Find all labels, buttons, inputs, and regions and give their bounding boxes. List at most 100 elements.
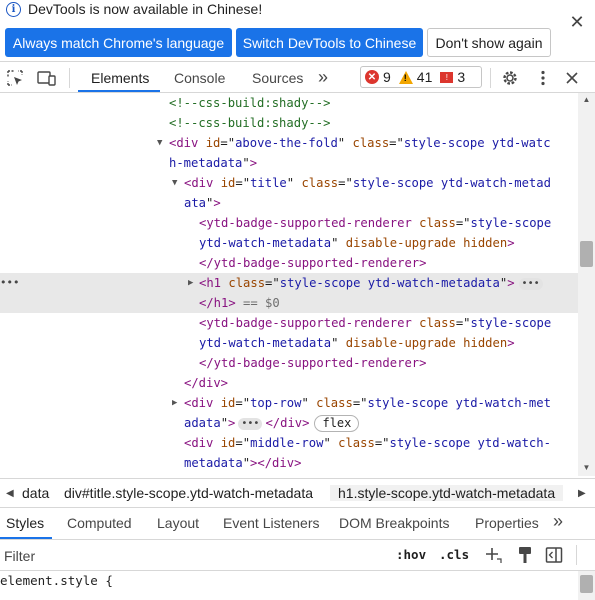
scrollbar-thumb[interactable] [580, 241, 593, 267]
dom-node-row[interactable]: </ytd-badge-supported-renderer> [0, 353, 578, 373]
markup-token: class [301, 176, 339, 190]
tab-event-listeners[interactable]: Event Listeners [223, 515, 320, 531]
tab-dom-breakpoints[interactable]: DOM Breakpoints [339, 515, 449, 531]
dom-node-row[interactable]: h-metadata"> [0, 153, 578, 173]
more-tabs-icon[interactable]: » [318, 62, 328, 93]
kebab-menu-icon[interactable] [533, 68, 553, 88]
markup-token: class [419, 216, 456, 230]
infobar-message: DevTools is now available in Chinese! [28, 1, 263, 17]
dom-node-markup: </ytd-badge-supported-renderer> [199, 353, 426, 373]
dom-node-row[interactable]: ytd-watch-metadata" disable-upgrade hidd… [0, 233, 578, 253]
new-style-rule-icon[interactable] [483, 545, 503, 565]
markup-token: title [250, 176, 287, 190]
breadcrumb-item-3[interactable]: h1.style-scope.ytd-watch-metadata [330, 485, 564, 501]
tab-properties[interactable]: Properties [475, 515, 539, 531]
markup-token: =" [265, 276, 280, 290]
toolbar-divider [69, 68, 70, 88]
markup-token: class [228, 276, 266, 290]
scroll-down-icon[interactable]: ▼ [581, 463, 592, 474]
dom-node-row[interactable]: ytd-watch-metadata" disable-upgrade hidd… [0, 333, 578, 353]
markup-token: > [213, 196, 221, 210]
dom-node-row[interactable]: </div> [0, 373, 578, 393]
dom-node-row[interactable]: <!--css-build:shady--> [0, 113, 578, 133]
inspect-element-icon[interactable] [5, 68, 25, 88]
flex-badge[interactable]: flex [314, 415, 360, 432]
switch-to-chinese-button[interactable]: Switch DevTools to Chinese [236, 28, 423, 57]
dom-node-row[interactable]: adata"> ••• </div> flex [0, 413, 578, 433]
dom-node-markup: h-metadata"> [169, 153, 257, 173]
markup-token: =" [374, 436, 390, 450]
warning-icon [398, 70, 413, 84]
markup-token: <div [184, 176, 221, 190]
expand-triangle-icon[interactable]: ▶ [172, 393, 177, 413]
dom-node-markup: <div id="middle-row" class="style-scope … [184, 433, 551, 453]
markup-token: ></div> [250, 456, 302, 470]
dom-node-row[interactable]: ▼ <div id="above-the-fold" class="style-s… [0, 133, 578, 153]
close-devtools-icon[interactable] [562, 68, 582, 88]
dom-node-row[interactable]: ▶ <div id="top-row" class="style-scope yt… [0, 393, 578, 413]
markup-token: adata [184, 416, 221, 430]
tab-computed[interactable]: Computed [67, 515, 132, 531]
issue-counters[interactable]: ✕ 9 41 ! 3 [360, 66, 482, 88]
tab-elements-underline [78, 90, 160, 92]
cls-toggle[interactable]: .cls [439, 547, 469, 562]
dom-node-row[interactable]: metadata"></div> [0, 453, 578, 473]
markup-token: middle-row [250, 436, 324, 450]
dom-node-row-selected[interactable]: ••• ▶ <h1 class="style-scope ytd-watch-met… [0, 273, 578, 293]
dom-tree[interactable]: <!--css-build:shady--> <!--css-build:shad… [0, 93, 578, 476]
markup-token: " [331, 236, 346, 250]
dom-node-row[interactable]: <ytd-badge-supported-renderer class="sty… [0, 213, 578, 233]
always-match-language-button[interactable]: Always match Chrome's language [5, 28, 232, 57]
collapse-triangle-icon[interactable]: ▼ [157, 133, 162, 153]
tab-console[interactable]: Console [174, 62, 225, 93]
markup-token: </h1> [199, 296, 236, 310]
more-sidebar-tabs-icon[interactable]: » [553, 511, 563, 532]
markup-token: ytd-watch-metadata [199, 236, 332, 250]
markup-token: " [301, 396, 317, 410]
expand-triangle-icon[interactable]: ▶ [188, 273, 193, 293]
dom-scrollbar[interactable]: ▲ ▼ [578, 93, 595, 476]
paint-brush-icon[interactable] [515, 545, 535, 565]
styles-scrollbar-thumb[interactable] [580, 575, 593, 593]
collapse-triangle-icon[interactable]: ▼ [172, 173, 177, 193]
markup-token: =" [455, 216, 471, 230]
dom-node-row[interactable]: <div id="middle-row" class="style-scope … [0, 433, 578, 453]
breadcrumb-scroll-left-icon[interactable]: ◀ [6, 488, 14, 499]
error-icon: ✕ [365, 70, 379, 84]
tab-layout[interactable]: Layout [157, 515, 199, 531]
tab-elements[interactable]: Elements [91, 62, 149, 93]
close-icon[interactable]: ✕ [567, 12, 587, 32]
error-count: 9 [383, 69, 391, 85]
styles-scrollbar[interactable] [578, 571, 595, 600]
filter-input[interactable] [4, 546, 374, 566]
issues-count: 3 [457, 69, 466, 85]
markup-token: id [220, 436, 236, 450]
warning-count: 41 [416, 69, 433, 85]
dont-show-again-button[interactable]: Don't show again [427, 28, 551, 57]
markup-token: class [316, 396, 353, 410]
dom-node-markup: </div> [184, 373, 228, 393]
markup-token: " [331, 336, 346, 350]
dom-node-row[interactable]: </ytd-badge-supported-renderer> [0, 253, 578, 273]
dom-node-row[interactable]: ata"> [0, 193, 578, 213]
toggle-sidebar-icon[interactable] [544, 545, 564, 565]
tab-styles[interactable]: Styles [6, 515, 44, 531]
hov-toggle[interactable]: :hov [396, 547, 426, 562]
row-actions-icon[interactable]: ••• [0, 273, 19, 293]
markup-token: style-scope ytd-watch-metadata [279, 276, 500, 290]
scroll-up-icon[interactable]: ▲ [581, 95, 592, 106]
breadcrumb-item-1[interactable]: data [22, 485, 49, 501]
breadcrumb-item-2[interactable]: div#title.style-scope.ytd-watch-metadata [64, 485, 313, 501]
dom-node-row[interactable]: <!--css-build:shady--> [0, 93, 578, 113]
device-toolbar-icon[interactable] [37, 68, 57, 88]
dom-node-row[interactable]: <ytd-badge-supported-renderer class="sty… [0, 313, 578, 333]
dom-node-row[interactable]: ▼ <div id="title" class="style-scope ytd-… [0, 173, 578, 193]
dom-node-row-selected[interactable]: </h1> == $0 [0, 293, 578, 313]
expand-ellipsis-icon[interactable]: ••• [238, 417, 263, 430]
element-style-selector[interactable]: element.style { [0, 573, 113, 588]
gear-icon[interactable] [500, 68, 520, 88]
tab-sources[interactable]: Sources [252, 62, 303, 93]
markup-token: =" [389, 136, 404, 150]
expand-ellipsis-icon[interactable]: ••• [518, 277, 543, 290]
breadcrumb-scroll-right-icon[interactable]: ▶ [578, 488, 586, 499]
